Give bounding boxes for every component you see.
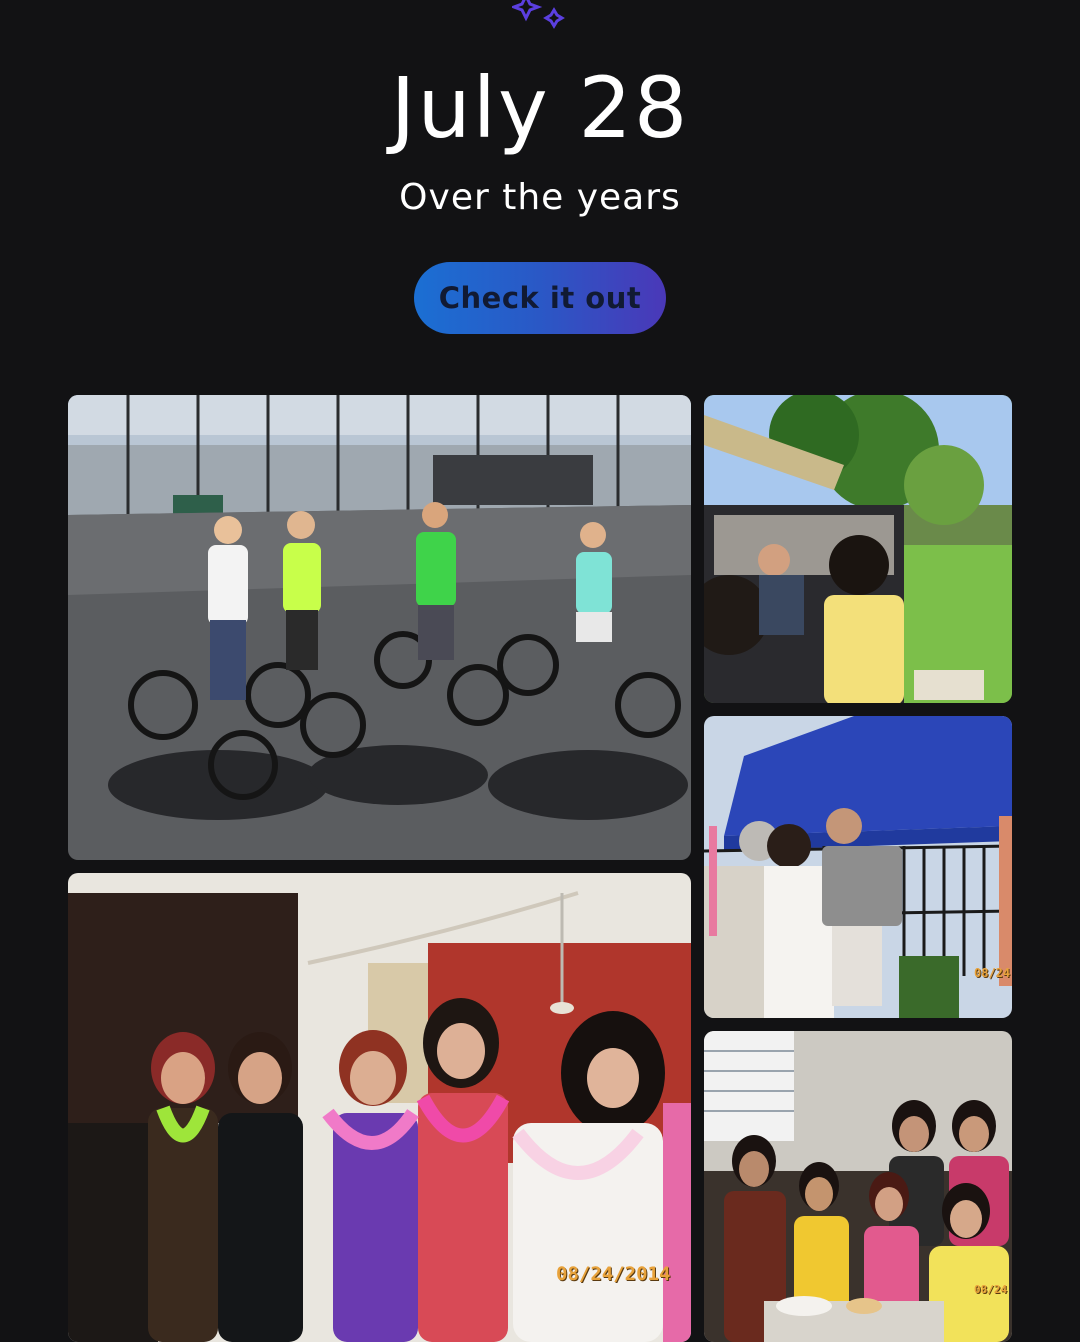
cyclists-image [68,395,691,860]
photo-seated-group[interactable]: 08/24 [704,1031,1012,1342]
photo-date-stamp: 08/24 [974,966,1011,980]
photo-date-stamp: 08/24/2014 [556,1263,671,1285]
canopy-hug-image [704,716,1012,1018]
photo-garden-party[interactable] [704,395,1012,703]
sparkle-icon [512,0,565,29]
page-subtitle: Over the years [399,177,681,218]
check-it-out-button[interactable]: Check it out [414,262,666,334]
garden-party-image [704,395,1012,703]
memories-page: July 28 Over the years Check it out 08/2… [0,0,1080,1342]
photo-cyclists[interactable] [68,395,691,860]
photo-canopy-hug[interactable]: 08/24 [704,716,1012,1018]
photo-lei-group[interactable]: 08/24/2014 [68,873,691,1342]
page-title: July 28 [390,59,690,157]
seated-group-image [704,1031,1012,1342]
photo-date-stamp: 08/24 [974,1283,1008,1296]
